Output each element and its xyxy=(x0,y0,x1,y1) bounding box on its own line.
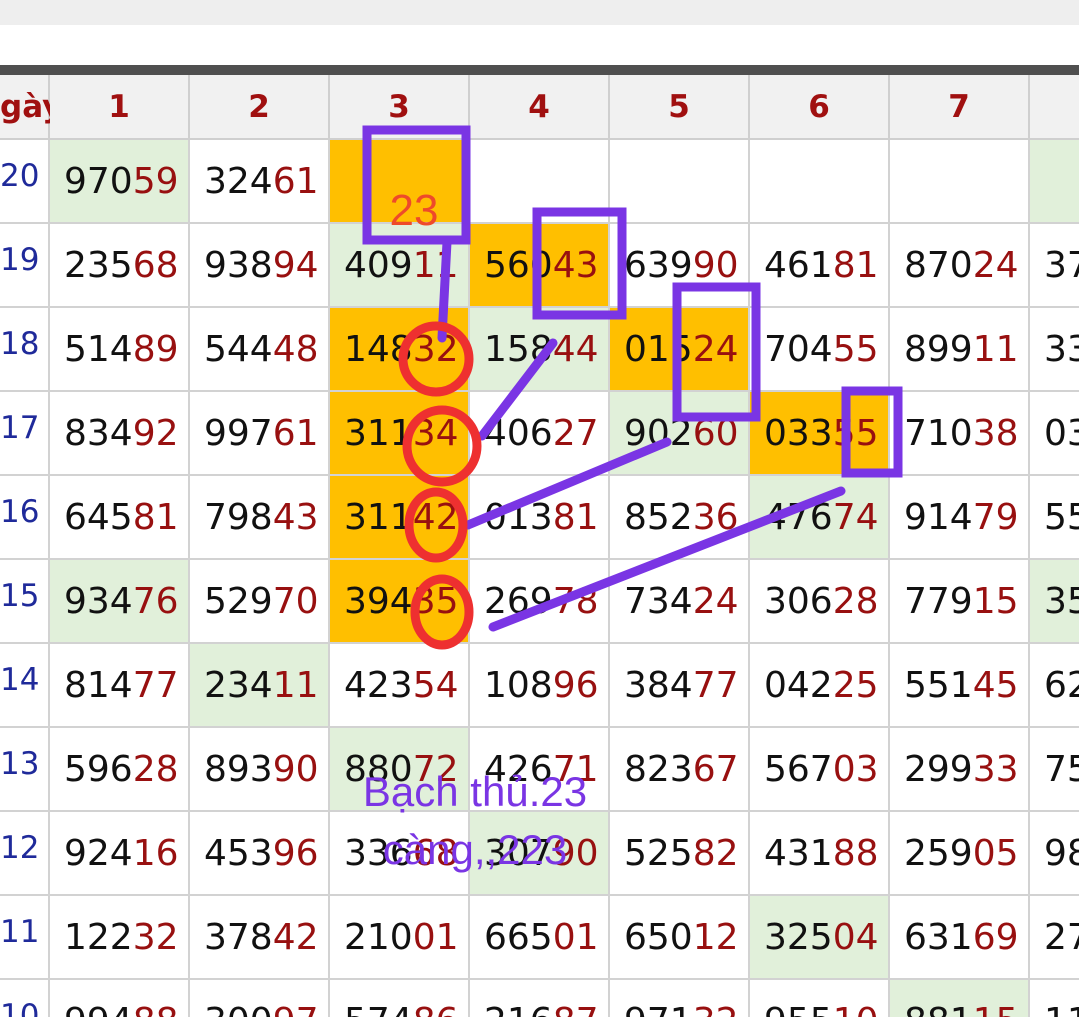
annotation-box-col5 xyxy=(672,282,761,422)
annotation-boxed-label: 23 xyxy=(390,186,439,235)
annotation-line-2 xyxy=(477,338,558,441)
annotation-note-line2: càng,,223 xyxy=(382,826,568,873)
annotation-circle-1 xyxy=(398,321,474,397)
annotation-note-line1: Bạch thủ.23 xyxy=(362,768,588,815)
annotation-circle-4 xyxy=(410,574,474,650)
annotation-circle-2 xyxy=(402,405,482,487)
annotation-box-col4 xyxy=(532,207,627,320)
annotation-box-col6 xyxy=(841,386,903,478)
annotation-line-3 xyxy=(463,437,672,530)
annotation-circle-3 xyxy=(404,487,468,563)
annotation-line-4 xyxy=(488,486,846,632)
